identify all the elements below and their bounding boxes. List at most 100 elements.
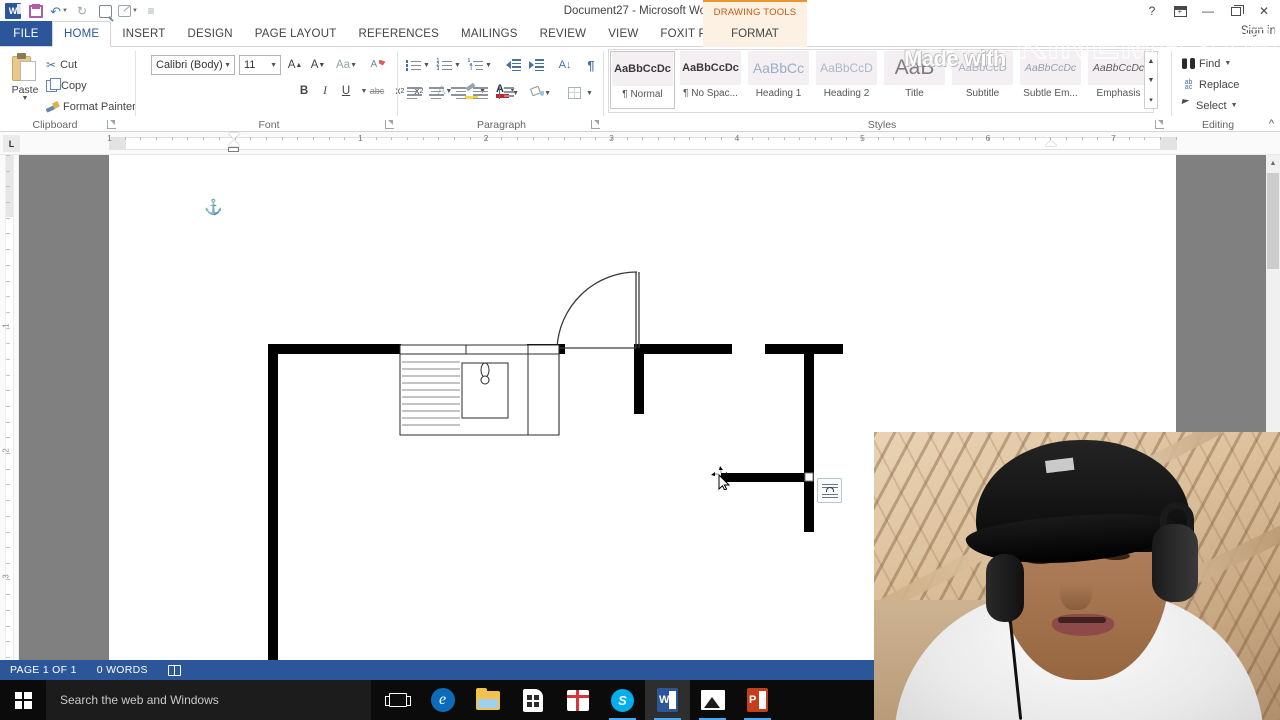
vertical-ruler[interactable]: 1 2 3 [0, 155, 19, 660]
find-button[interactable]: Find ▼ [1182, 55, 1231, 72]
tab-insert[interactable]: INSERT [111, 21, 176, 46]
multilevel-list-button[interactable]: 1ai [465, 55, 485, 75]
copy-button[interactable]: Copy [46, 77, 87, 95]
bullets-button[interactable] [403, 55, 423, 75]
tab-file[interactable]: FILE [0, 21, 52, 46]
tab-stop-selector[interactable]: L [3, 135, 20, 152]
style-item-subtitle[interactable]: AaBbCcD Subtitle [950, 51, 1015, 109]
select-button[interactable]: Select ▼ [1182, 97, 1238, 114]
font-dialog-launcher-icon[interactable] [385, 120, 394, 129]
strikethrough-button[interactable]: abc [367, 81, 387, 101]
multilevel-list-dropdown-caret-icon[interactable]: ▼ [484, 55, 493, 75]
taskbar-item-photos[interactable] [690, 680, 735, 720]
scrollbar-thumb[interactable] [1267, 173, 1279, 269]
taskbar-item-skype[interactable]: S [600, 680, 645, 720]
style-item-emphasis[interactable]: AaBbCcDc Emphasis [1086, 51, 1151, 109]
customize-quick-access-toolbar-icon[interactable]: ≡ [140, 1, 162, 21]
underline-button[interactable]: U [336, 81, 356, 101]
restore-icon[interactable] [1222, 0, 1250, 22]
taskbar-search-box[interactable]: Search the web and Windows [46, 680, 371, 720]
sign-in-link[interactable]: Sign in [1241, 25, 1276, 37]
paste-button[interactable]: Paste ▼ [6, 51, 44, 113]
horizontal-ruler[interactable]: L 1 1 2 3 4 5 6 7 [0, 132, 1280, 155]
touch-mode-icon[interactable]: ▼ [117, 1, 139, 21]
tab-page-layout[interactable]: PAGE LAYOUT [244, 21, 348, 46]
taskbar-item-word[interactable]: W [645, 680, 690, 720]
taskbar-item-get-office[interactable] [555, 680, 600, 720]
taskbar-item-store[interactable] [510, 680, 555, 720]
paragraph-dialog-launcher-icon[interactable] [591, 120, 600, 129]
proofing-errors-button[interactable] [158, 664, 191, 676]
borders-dropdown-caret-icon[interactable]: ▼ [585, 83, 594, 103]
left-indent-marker[interactable] [228, 147, 239, 152]
numbering-dropdown-caret-icon[interactable]: ▼ [453, 55, 462, 75]
shading-button[interactable]: ▼ [529, 83, 551, 103]
tab-home[interactable]: HOME [52, 21, 112, 47]
right-indent-marker[interactable] [1045, 140, 1057, 146]
line-and-paragraph-spacing-button[interactable]: ▼ [499, 83, 519, 103]
style-item-heading-1[interactable]: AaBbCc Heading 1 [746, 51, 811, 109]
styles-gallery-scroll[interactable]: ▲ ▼ ▾ [1144, 51, 1158, 109]
print-preview-icon[interactable] [94, 1, 116, 21]
center-button[interactable] [426, 83, 446, 103]
sort-button[interactable]: A↓ [555, 55, 575, 75]
style-item-title[interactable]: AaB Title [882, 51, 947, 109]
grow-font-button[interactable]: A ▲ [285, 55, 305, 75]
redo-icon[interactable]: ↻ [71, 1, 93, 21]
style-item-normal[interactable]: AaBbCcDc ¶ Normal [610, 51, 675, 109]
align-left-button[interactable] [404, 83, 424, 103]
bullets-dropdown-caret-icon[interactable]: ▼ [422, 55, 431, 75]
layout-options-button[interactable] [817, 478, 842, 503]
tab-view[interactable]: VIEW [597, 21, 649, 46]
close-icon[interactable]: ✕ [1250, 0, 1278, 22]
clipboard-dialog-launcher-icon[interactable] [107, 120, 116, 129]
tab-references[interactable]: REFERENCES [347, 21, 450, 46]
paste-dropdown-caret-icon[interactable]: ▼ [22, 95, 29, 102]
taskbar-item-task-view[interactable] [375, 680, 420, 720]
format-painter-button[interactable]: Format Painter [46, 98, 136, 116]
borders-icon [567, 87, 581, 99]
tab-mailings[interactable]: MAILINGS [450, 21, 529, 46]
borders-button[interactable] [564, 83, 584, 103]
italic-button[interactable]: I [315, 81, 335, 101]
change-case-button[interactable]: Aa ▼ [336, 55, 357, 75]
styles-scroll-down-icon[interactable]: ▼ [1145, 71, 1157, 90]
minimize-icon[interactable]: — [1194, 0, 1222, 22]
font-name-combobox[interactable]: Calibri (Body) ▼ [151, 55, 235, 75]
page-indicator[interactable]: PAGE 1 OF 1 [0, 664, 87, 676]
justify-button[interactable] [470, 83, 490, 103]
bold-button[interactable]: B [294, 81, 314, 101]
style-item-subtle-emphasis[interactable]: AaBbCcDc Subtle Em... [1018, 51, 1083, 109]
shrink-font-button[interactable]: A ▼ [308, 55, 328, 75]
cut-button[interactable]: ✂ Cut [46, 56, 77, 74]
collapse-ribbon-icon[interactable]: ^ [1269, 118, 1274, 130]
font-size-combobox[interactable]: 11 ▼ [239, 55, 281, 75]
decrease-indent-button[interactable] [503, 55, 523, 75]
clear-all-formatting-button[interactable] [368, 55, 388, 75]
first-line-indent-marker[interactable] [228, 133, 240, 139]
styles-more-icon[interactable]: ▾ [1145, 90, 1157, 109]
taskbar-item-powerpoint[interactable]: P [735, 680, 780, 720]
tab-review[interactable]: REVIEW [529, 21, 598, 46]
align-right-button[interactable] [448, 83, 468, 103]
hanging-indent-marker[interactable] [228, 140, 240, 146]
word-count[interactable]: 0 WORDS [87, 664, 158, 676]
tab-design[interactable]: DESIGN [176, 21, 243, 46]
show-formatting-marks-button[interactable]: ¶ [581, 55, 601, 75]
tab-format[interactable]: FORMAT [703, 22, 807, 47]
start-button[interactable] [0, 680, 46, 720]
taskbar-item-file-explorer[interactable] [465, 680, 510, 720]
style-item-heading-2[interactable]: AaBbCcD Heading 2 [814, 51, 879, 109]
increase-indent-button[interactable] [526, 55, 546, 75]
replace-button[interactable]: ab ac Replace [1182, 76, 1240, 93]
styles-dialog-launcher-icon[interactable] [1155, 120, 1164, 129]
save-icon[interactable] [25, 1, 47, 21]
taskbar-item-microsoft-edge[interactable]: e [420, 680, 465, 720]
ribbon-display-options-icon[interactable] [1166, 0, 1194, 22]
styles-scroll-up-icon[interactable]: ▲ [1145, 52, 1157, 71]
style-item-no-spacing[interactable]: AaBbCcDc ¶ No Spac... [678, 51, 743, 109]
numbering-button[interactable]: 123 [434, 55, 454, 75]
undo-icon[interactable]: ↶ ▼ [48, 1, 70, 21]
help-icon[interactable]: ? [1138, 0, 1166, 22]
scroll-up-icon[interactable]: ▲ [1266, 155, 1280, 171]
